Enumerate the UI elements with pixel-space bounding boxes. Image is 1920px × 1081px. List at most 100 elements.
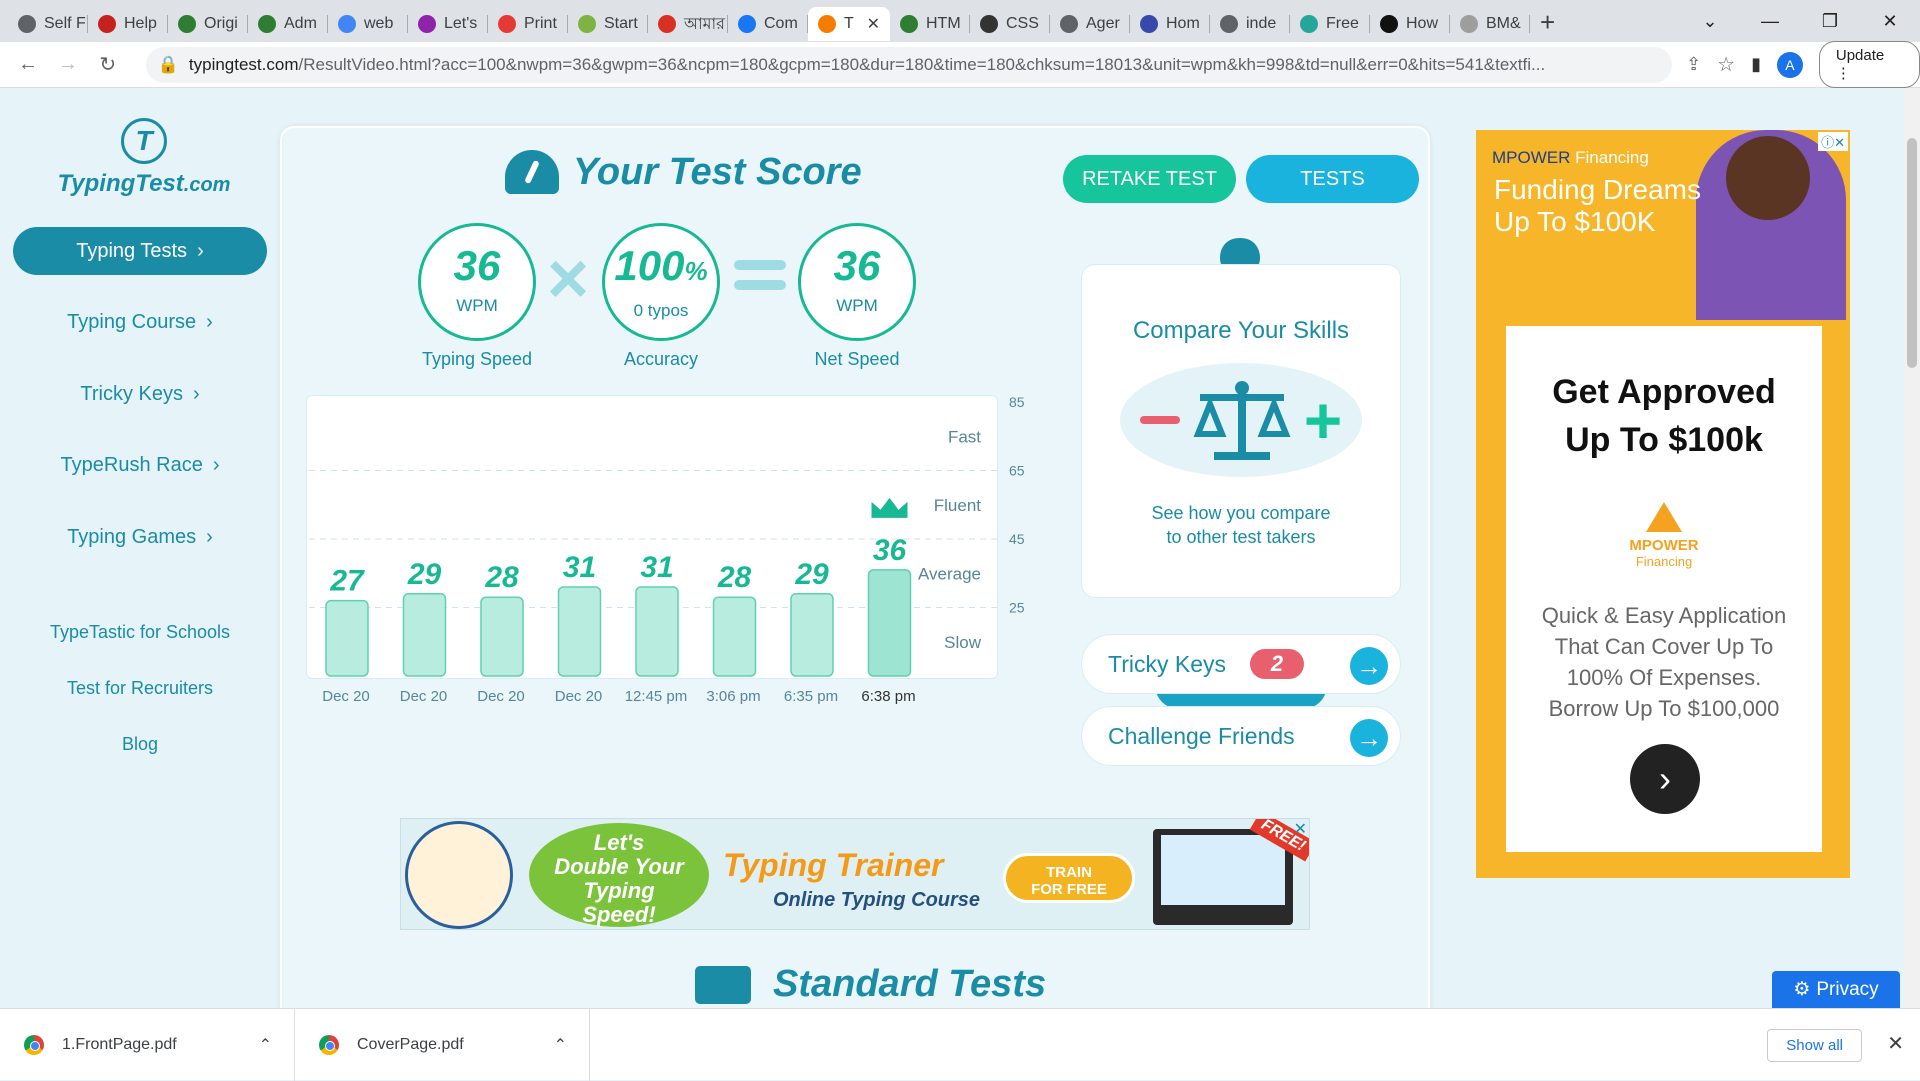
browser-tab[interactable]: Let's <box>408 7 488 41</box>
ad-body-line: Quick & Easy Application <box>1541 603 1787 628</box>
shopify-icon <box>578 15 596 33</box>
mpower-logo-sub: Financing <box>1635 554 1693 569</box>
browser-tab[interactable]: আমার <box>648 7 728 41</box>
bookmark-star-icon[interactable]: ☆ <box>1717 52 1735 77</box>
google-icon <box>338 15 356 33</box>
x-tick-label: 3:06 pm <box>706 688 761 705</box>
browser-tab[interactable]: Hom <box>1130 7 1210 41</box>
forward-button[interactable]: → <box>48 53 88 76</box>
update-button[interactable]: Update ⋮ <box>1818 41 1920 88</box>
chevron-right-icon: › <box>206 525 213 548</box>
browser-tab[interactable]: T ✕ <box>808 7 890 41</box>
tab-title: আমার <box>684 15 725 33</box>
adchoices-icon[interactable]: ⓘ✕ <box>1818 132 1848 151</box>
download-filename: CoverPage.pdf <box>357 1035 464 1053</box>
back-button[interactable]: ← <box>8 53 48 76</box>
show-all-button[interactable]: Show all <box>1767 1029 1862 1062</box>
tests-button[interactable]: TESTS <box>1246 155 1419 203</box>
tab-title: inde <box>1246 15 1277 32</box>
tab-title: Let's <box>444 15 478 32</box>
multiply-icon: × <box>547 239 590 319</box>
share-icon[interactable]: ⇪ <box>1686 54 1701 75</box>
browser-tab[interactable]: Com <box>728 7 808 41</box>
browser-tab[interactable]: Self F <box>8 7 88 41</box>
browser-tab[interactable]: Print <box>488 7 568 41</box>
close-tab-icon[interactable]: ✕ <box>867 14 880 34</box>
browser-tab[interactable]: Start <box>568 7 648 41</box>
tab-search-icon[interactable]: ⌄ <box>1680 4 1740 38</box>
bar-value-label: 31 <box>640 551 673 584</box>
url-host: typingtest.com <box>188 54 299 74</box>
mascot-illustration <box>405 821 513 929</box>
typing-trainer-logo: Typing Trainer <box>723 847 944 883</box>
arrow-right-icon[interactable]: → <box>1350 647 1388 685</box>
chevron-up-icon[interactable]: ⌃ <box>554 1035 567 1055</box>
bar-value-label: 29 <box>794 558 829 591</box>
oo-icon <box>258 15 276 33</box>
play-icon <box>418 15 436 33</box>
typing-speed-unit: WPM <box>456 296 498 315</box>
download-item[interactable]: 1.FrontPage.pdf ⌃ <box>0 1008 295 1081</box>
browser-tab[interactable]: How <box>1370 7 1450 41</box>
chevron-up-icon[interactable]: ⌃ <box>259 1035 272 1055</box>
close-window-button[interactable]: ✕ <box>1860 4 1920 38</box>
sidebar-item-typing-course[interactable]: Typing Course › <box>13 298 267 346</box>
chevron-right-icon: › <box>197 239 204 262</box>
sidebar-item-typing-tests[interactable]: Typing Tests › <box>13 227 267 275</box>
chart-bar <box>635 586 679 677</box>
browser-tab[interactable]: Origi <box>168 7 248 41</box>
sidebar-item-label: Tricky Keys <box>80 382 183 405</box>
page-scrollbar[interactable] <box>1904 88 1920 1008</box>
minimize-button[interactable]: — <box>1740 4 1800 38</box>
x-tick-label: Dec 20 <box>554 688 603 705</box>
link-typetastic-schools[interactable]: TypeTastic for Schools <box>0 622 280 643</box>
bar-value-label: 29 <box>407 558 442 591</box>
browser-tab[interactable]: Adm <box>248 7 328 41</box>
browser-tab[interactable]: web <box>328 7 408 41</box>
browser-tab[interactable]: Ager <box>1050 7 1130 41</box>
browser-tab[interactable]: HTM <box>890 7 970 41</box>
link-test-for-recruiters[interactable]: Test for Recruiters <box>0 678 280 699</box>
challenge-friends-card[interactable]: Challenge Friends → <box>1081 706 1401 766</box>
browser-tab[interactable]: inde <box>1210 7 1290 41</box>
ad-content-box: Get Approved Up To $100k MPOWER Financing … <box>1506 326 1822 852</box>
ad-go-button[interactable]: › <box>1630 744 1700 814</box>
site-logo[interactable]: T TypingTest.com <box>54 118 234 198</box>
band-label: Average <box>918 564 981 583</box>
mpower-ad[interactable]: MPOWER Financing Funding Dreams Up To $10… <box>1476 130 1850 878</box>
download-item[interactable]: CoverPage.pdf ⌃ <box>295 1008 590 1081</box>
new-tab-button[interactable]: + <box>1540 7 1555 38</box>
restore-button[interactable]: ❐ <box>1800 4 1860 38</box>
profile-avatar[interactable]: A <box>1777 51 1803 78</box>
chart-bar <box>402 593 447 677</box>
gear-icon: ⚙ <box>1793 979 1811 1000</box>
browser-tab[interactable]: Free <box>1290 7 1370 41</box>
retake-test-button[interactable]: RETAKE TEST <box>1063 155 1236 203</box>
reload-button[interactable]: ↻ <box>88 52 128 77</box>
tricky-keys-card[interactable]: Tricky Keys 2 → <box>1081 634 1401 694</box>
tab-title: How <box>1406 15 1439 32</box>
scrollbar-thumb[interactable] <box>1907 138 1917 368</box>
close-download-shelf-icon[interactable]: ✕ <box>1887 1031 1904 1056</box>
browser-tab[interactable]: CSS <box>970 7 1050 41</box>
typing-trainer-banner-ad[interactable]: Let's Double Your Typing Speed! Typing T… <box>400 818 1310 930</box>
arrow-right-icon[interactable]: → <box>1350 719 1388 757</box>
ad-close-icon[interactable]: ✕ <box>1294 819 1307 839</box>
train-for-free-button[interactable]: TRAIN FOR FREE <box>1003 853 1135 903</box>
sidebar-item-tricky-keys[interactable]: Tricky Keys › <box>13 370 267 418</box>
chevron-right-icon: › <box>212 453 220 476</box>
sidebar-item-typing-games[interactable]: Typing Games › <box>13 513 267 561</box>
sidebar-item-typerush-race[interactable]: TypeRush Race › <box>13 441 267 489</box>
pdf-file-icon <box>319 1034 339 1055</box>
tab-title: Start <box>604 15 638 32</box>
ad-body-line: 100% Of Expenses. <box>1566 665 1762 690</box>
privacy-button[interactable]: ⚙ Privacy <box>1772 971 1900 1008</box>
w-icon <box>900 15 918 33</box>
sidebar-item-label: Typing Course <box>67 310 197 333</box>
browser-tab[interactable]: BM& <box>1450 7 1530 41</box>
browser-tab[interactable]: Help <box>88 7 168 41</box>
side-panel-icon[interactable]: ▮ <box>1751 54 1761 75</box>
link-blog[interactable]: Blog <box>0 734 280 755</box>
compare-skills-panel: Compare Your Skills + See how you compar… <box>1081 264 1401 598</box>
url-bar[interactable]: 🔒 typingtest.com /ResultVideo.html?acc=1… <box>145 46 1673 83</box>
